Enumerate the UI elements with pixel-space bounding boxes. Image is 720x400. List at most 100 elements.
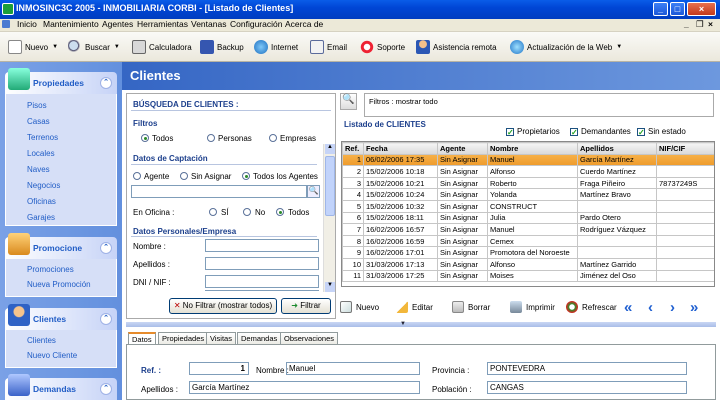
sidebar-item-promociones[interactable]: Promociones bbox=[27, 265, 74, 274]
table-row[interactable]: 11 31/03/2006 17:25 Sin Asignar Moises Jimén… bbox=[342, 269, 714, 283]
tab-propiedades[interactable]: Propiedades bbox=[158, 332, 209, 344]
sidebar-item-pisos[interactable]: Pisos bbox=[27, 101, 47, 110]
chevron-down-icon[interactable]: ▼ bbox=[52, 44, 58, 50]
close-button[interactable]: × bbox=[687, 2, 716, 16]
tab-visitas[interactable]: Visitas bbox=[206, 332, 236, 344]
menu-ventanas[interactable]: Ventanas bbox=[191, 19, 226, 29]
minimize-button[interactable]: _ bbox=[653, 2, 668, 16]
sidebar-item-nuevo-cliente[interactable]: Nuevo Cliente bbox=[27, 351, 77, 360]
sidebar-group-clientes[interactable]: Clientes ⌃ bbox=[5, 304, 117, 330]
table-row[interactable]: 9 16/02/2006 17:01 Sin Asignar Promotora de… bbox=[342, 246, 714, 259]
print-button[interactable]: Imprimir bbox=[510, 301, 555, 313]
sidebar-item-locales[interactable]: Locales bbox=[27, 149, 55, 158]
scroll-up-icon[interactable]: ▲ bbox=[325, 144, 335, 154]
table-row[interactable]: 6 15/02/2006 18:11 Sin Asignar Julia Pardo O… bbox=[342, 211, 714, 225]
apellidos-input[interactable] bbox=[205, 257, 319, 270]
radio-todos-agentes[interactable] bbox=[242, 172, 250, 180]
no-filter-button[interactable]: ✕ No Filtrar (mostrar todos) bbox=[169, 298, 277, 314]
radio-agente[interactable] bbox=[133, 172, 141, 180]
remote-assistance-button[interactable]: Asistencia remota bbox=[416, 38, 497, 56]
table-row[interactable]: 10 31/03/2006 17:13 Sin Asignar Alfonso Mart… bbox=[342, 257, 714, 271]
sidebar-item-nueva-promocion[interactable]: Nueva Promoción bbox=[27, 280, 91, 289]
sidebar-item-naves[interactable]: Naves bbox=[27, 165, 50, 174]
checkbox-demandantes[interactable]: ✓ Demandantes bbox=[570, 127, 631, 136]
radio-sin-asignar[interactable] bbox=[180, 172, 188, 180]
sidebar-item-casas[interactable]: Casas bbox=[27, 117, 50, 126]
agent-search-icon[interactable]: 🔍 bbox=[307, 185, 320, 198]
splitter-arrow-icon[interactable]: ▼ bbox=[400, 321, 406, 327]
collapse-icon[interactable]: ⌃ bbox=[100, 77, 112, 89]
mdi-restore-icon[interactable]: ❐ bbox=[696, 19, 704, 30]
menu-mantenimiento[interactable]: Mantenimiento bbox=[43, 19, 99, 29]
splitter[interactable] bbox=[126, 322, 716, 327]
ref-field[interactable]: 1 bbox=[189, 362, 249, 375]
provincia-field[interactable]: PONTEVEDRA bbox=[487, 362, 687, 375]
internet-button[interactable]: Internet bbox=[254, 38, 298, 56]
radio-todos[interactable] bbox=[141, 134, 149, 142]
table-row[interactable]: 7 16/02/2006 16:57 Sin Asignar Manuel Rodríg… bbox=[342, 223, 714, 236]
menu-inicio[interactable]: Inicio bbox=[17, 19, 37, 29]
sidebar-item-oficinas[interactable]: Oficinas bbox=[27, 197, 56, 206]
dni-input[interactable] bbox=[205, 275, 319, 288]
previous-record-icon[interactable]: ‹ bbox=[648, 299, 653, 316]
email-button[interactable]: Email bbox=[310, 38, 347, 56]
sidebar-group-propiedades[interactable]: Propiedades ⌃ bbox=[5, 68, 117, 94]
backup-button[interactable]: Backup bbox=[200, 38, 244, 56]
refresh-button[interactable]: Refrescar bbox=[566, 301, 617, 313]
maximize-button[interactable]: □ bbox=[670, 2, 685, 16]
scroll-down-icon[interactable]: ▼ bbox=[325, 282, 335, 292]
tab-demandas[interactable]: Demandas bbox=[237, 332, 282, 344]
new-record-button[interactable]: Nuevo bbox=[340, 301, 379, 313]
agent-input[interactable] bbox=[131, 185, 307, 198]
poblacion-field[interactable]: CANGAS bbox=[487, 381, 687, 394]
filter-button[interactable]: ➜ Filtrar bbox=[281, 298, 331, 314]
sidebar-group-promocione[interactable]: Promocione ⌃ bbox=[5, 233, 117, 259]
collapse-icon[interactable]: ⌃ bbox=[100, 383, 112, 395]
sidebar-item-terrenos[interactable]: Terrenos bbox=[27, 133, 58, 142]
checkbox-propietarios[interactable]: ✓ Propietarios bbox=[506, 127, 560, 136]
scrollbar[interactable]: ▲ ▼ bbox=[323, 144, 335, 292]
support-button[interactable]: Soporte bbox=[360, 38, 405, 56]
radio-oficina-si[interactable] bbox=[209, 208, 217, 216]
nombre-input[interactable] bbox=[205, 239, 319, 252]
next-record-icon[interactable]: › bbox=[670, 299, 675, 316]
chevron-down-icon[interactable]: ▼ bbox=[616, 44, 622, 50]
table-row[interactable]: 1 06/02/2006 17:35 Sin Asignar Manuel García… bbox=[342, 153, 714, 167]
checkbox-sin-estado[interactable]: ✓ Sin estado bbox=[637, 127, 686, 136]
apellidos-field[interactable]: García Martínez bbox=[189, 381, 420, 394]
scrollbar-thumb[interactable] bbox=[325, 156, 335, 216]
table-row[interactable]: 5 15/02/2006 10:32 Sin Asignar CONSTRUCT bbox=[342, 199, 714, 213]
menu-agentes[interactable]: Agentes bbox=[102, 19, 133, 29]
radio-personas[interactable] bbox=[207, 134, 215, 142]
radio-empresas[interactable] bbox=[269, 134, 277, 142]
new-button[interactable]: Nuevo ▼ bbox=[8, 38, 58, 56]
first-record-icon[interactable]: « bbox=[624, 299, 632, 316]
collapse-icon[interactable]: ⌃ bbox=[100, 313, 112, 325]
column-header[interactable]: Nombre bbox=[487, 142, 578, 155]
web-update-button[interactable]: Actualización de la Web ▼ bbox=[510, 38, 622, 56]
column-header[interactable]: Ref. bbox=[342, 142, 364, 155]
table-row[interactable]: 3 15/02/2006 10:21 Sin Asignar Roberto Fraga… bbox=[342, 176, 714, 190]
column-header[interactable]: Fecha bbox=[363, 142, 438, 155]
delete-button[interactable]: Borrar bbox=[452, 301, 490, 313]
mdi-close-icon[interactable]: × bbox=[708, 19, 713, 29]
radio-oficina-no[interactable] bbox=[243, 208, 251, 216]
radio-oficina-todos[interactable] bbox=[276, 208, 284, 216]
menu-herramientas[interactable]: Herramientas bbox=[137, 19, 188, 29]
tab-observaciones[interactable]: Observaciones bbox=[280, 332, 339, 344]
chevron-down-icon[interactable]: ▼ bbox=[114, 44, 120, 50]
collapse-icon[interactable]: ⌃ bbox=[100, 242, 112, 254]
nombre-field[interactable]: Manuel bbox=[286, 362, 420, 375]
column-header[interactable]: NIF/CIF bbox=[656, 142, 714, 155]
column-header[interactable]: Agente bbox=[437, 142, 488, 155]
table-row[interactable]: 2 15/02/2006 10:18 Sin Asignar Alfonso Cuerd… bbox=[342, 165, 714, 178]
table-row[interactable]: 4 15/02/2006 10:24 Sin Asignar Yolanda Martí… bbox=[342, 188, 714, 201]
filter-search-icon[interactable]: 🔍 bbox=[340, 93, 357, 110]
calculator-button[interactable]: Calculadora bbox=[132, 38, 192, 56]
mdi-child-icon[interactable] bbox=[2, 20, 10, 28]
sidebar-item-negocios[interactable]: Negocios bbox=[27, 181, 60, 190]
sidebar-group-demandas[interactable]: Demandas ⌃ bbox=[5, 374, 117, 400]
table-row[interactable]: 8 16/02/2006 16:59 Sin Asignar Cemex bbox=[342, 234, 714, 248]
last-record-icon[interactable]: » bbox=[690, 299, 698, 316]
edit-button[interactable]: Editar bbox=[396, 301, 433, 313]
